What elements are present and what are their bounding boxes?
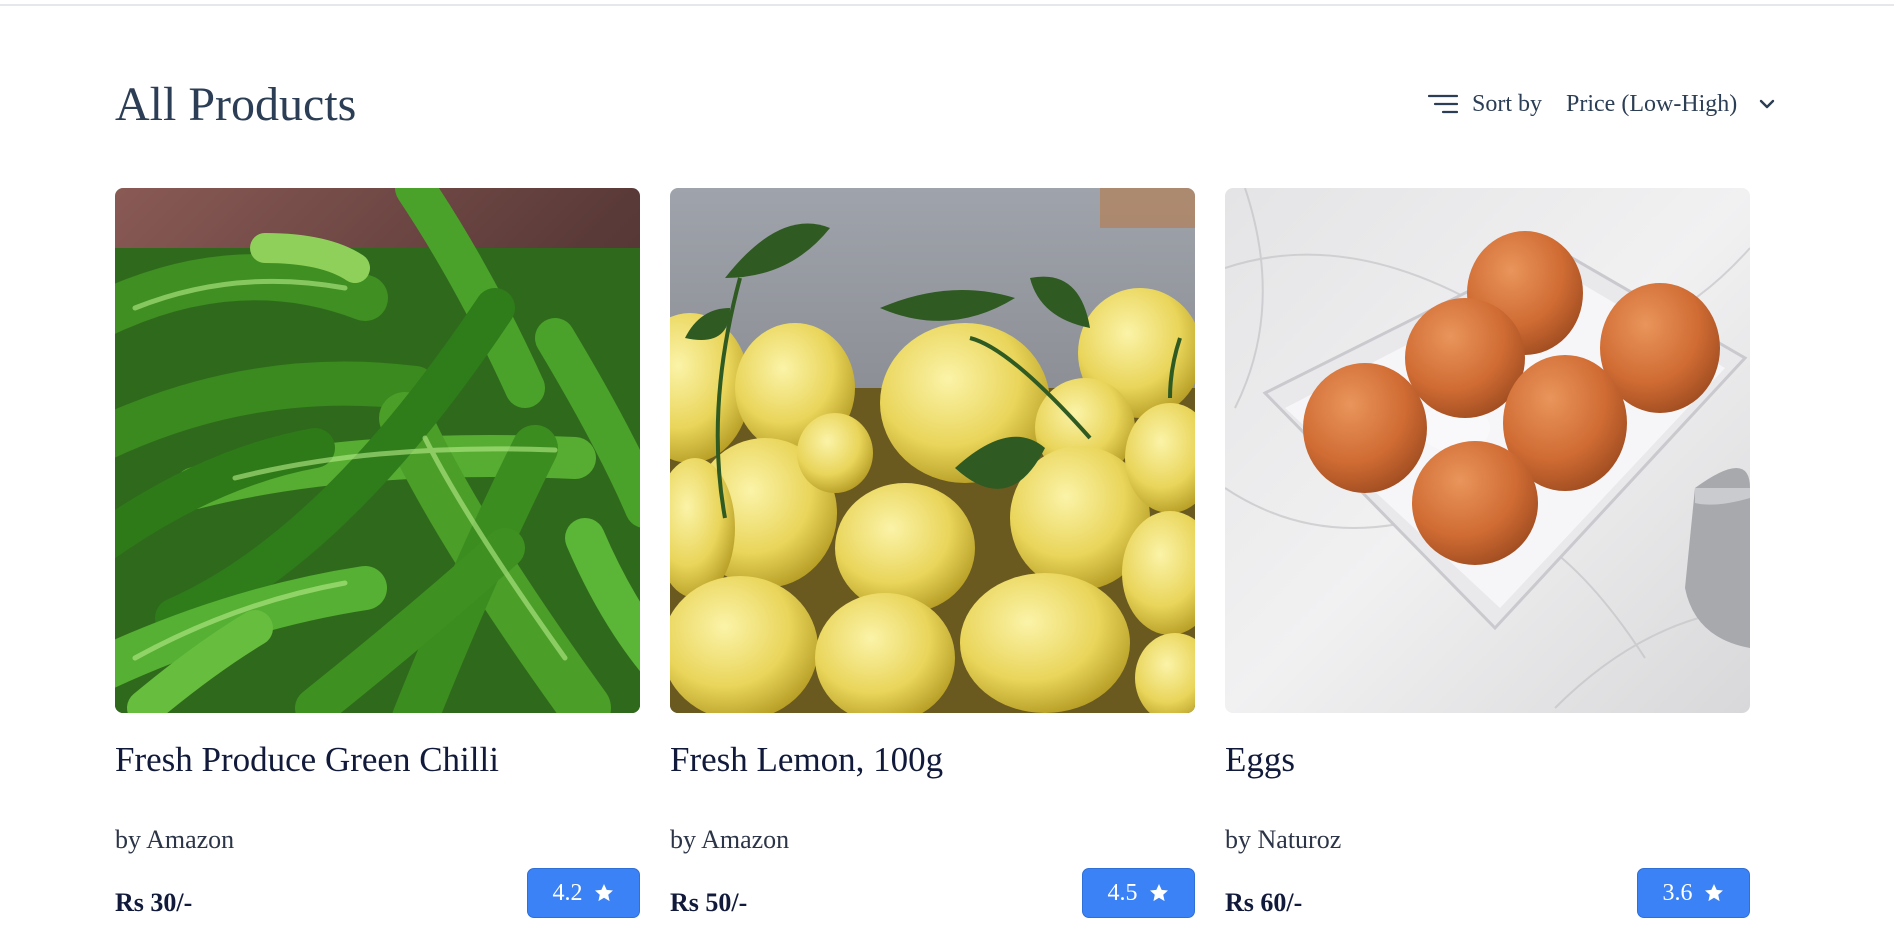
- eggs-image[interactable]: [1225, 188, 1750, 713]
- rating-value: 4.2: [552, 879, 583, 906]
- sort-dropdown[interactable]: Sort by Price (Low-High): [1428, 88, 1775, 120]
- product-price: Rs 30/-: [115, 888, 193, 917]
- green-chilli-image[interactable]: [115, 188, 640, 713]
- rating-badge[interactable]: 3.6: [1637, 868, 1750, 918]
- star-icon: [1704, 884, 1723, 902]
- rating-value: 4.5: [1107, 879, 1138, 906]
- chevron-down-icon[interactable]: [1759, 98, 1775, 110]
- sort-selected-value[interactable]: Price (Low-High): [1566, 91, 1737, 118]
- sort-lines-icon: [1428, 94, 1458, 114]
- product-card[interactable]: Fresh Produce Green Chilli by Amazon Rs …: [115, 188, 640, 933]
- product-brand: by Amazon: [670, 825, 790, 854]
- star-icon: [594, 884, 613, 902]
- product-title[interactable]: Fresh Lemon, 100g: [670, 740, 943, 780]
- rating-badge[interactable]: 4.2: [527, 868, 640, 918]
- lemons-image[interactable]: [670, 188, 1195, 713]
- rating-badge[interactable]: 4.5: [1082, 868, 1195, 918]
- sort-label: Sort by: [1472, 90, 1543, 117]
- product-price: Rs 50/-: [670, 888, 748, 917]
- page-title: All Products: [115, 78, 357, 131]
- product-brand: by Naturoz: [1225, 825, 1342, 854]
- star-icon: [1149, 884, 1168, 902]
- rating-value: 3.6: [1662, 879, 1693, 906]
- product-card[interactable]: Fresh Lemon, 100g by Amazon Rs 50/- 4.5: [670, 188, 1195, 933]
- product-card[interactable]: Eggs by Naturoz Rs 60/- 3.6: [1225, 188, 1750, 933]
- product-title[interactable]: Fresh Produce Green Chilli: [115, 740, 499, 780]
- product-price: Rs 60/-: [1225, 888, 1303, 917]
- product-brand: by Amazon: [115, 825, 235, 854]
- product-title[interactable]: Eggs: [1225, 740, 1295, 780]
- top-divider: [0, 0, 1894, 6]
